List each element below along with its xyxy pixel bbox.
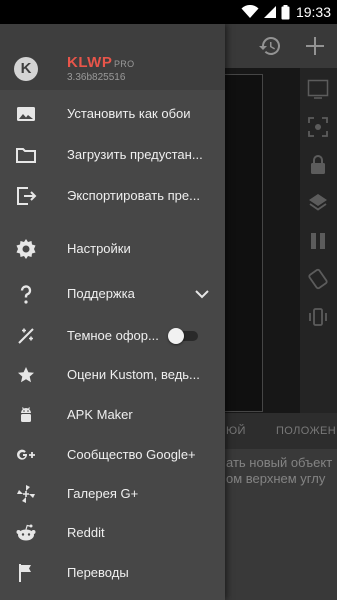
dark-theme-toggle[interactable] — [168, 328, 200, 344]
menu-item-support[interactable]: Поддержка — [0, 274, 225, 314]
star-icon — [14, 363, 38, 387]
menu-item-label: Установить как обои — [67, 106, 191, 121]
menu-item-google-community[interactable]: Сообщество Google+ — [0, 435, 225, 475]
menu-item-apk-maker[interactable]: APK Maker — [0, 395, 225, 435]
menu-item-label: Галерея G+ — [67, 486, 139, 501]
menu-item-label: APK Maker — [67, 407, 133, 422]
menu-item-rate[interactable]: Оцени Kustom, ведь... — [0, 355, 225, 395]
menu-item-label: Загрузить предустан... — [67, 147, 203, 162]
battery-icon — [281, 4, 290, 20]
menu-item-label: Оцени Kustom, ведь... — [67, 367, 200, 382]
menu-item-label: Reddit — [67, 525, 105, 540]
menu-item-export-preset[interactable]: Экспортировать пре... — [0, 176, 225, 216]
app-name: KLWP — [67, 54, 113, 71]
status-time: 19:33 — [295, 4, 331, 20]
export-icon — [14, 184, 38, 208]
android-icon — [14, 403, 38, 427]
menu-item-gallery[interactable]: Галерея G+ — [0, 474, 225, 514]
flag-icon — [14, 561, 38, 585]
menu-item-label: Настройки — [67, 241, 131, 256]
reddit-icon — [14, 521, 38, 545]
folder-icon — [14, 143, 38, 167]
google-plus-icon — [14, 443, 38, 467]
menu-item-set-wallpaper[interactable]: Установить как обои — [0, 94, 225, 134]
app-logo: K — [14, 57, 38, 81]
status-bar: 19:33 — [0, 0, 337, 24]
cell-signal-icon — [263, 5, 277, 19]
toggle-thumb — [168, 328, 184, 344]
navigation-drawer: K KLWP PRO 3.36b825516 Установить как об… — [0, 24, 225, 600]
menu-item-label: Темное офор... — [67, 328, 159, 343]
menu-item-settings[interactable]: Настройки — [0, 229, 225, 269]
gallery-icon — [14, 482, 38, 506]
dark-mode-icon — [14, 324, 38, 348]
chevron-down-icon[interactable] — [192, 284, 212, 304]
help-icon — [14, 282, 38, 306]
menu-item-dark-theme[interactable]: Темное офор... — [0, 316, 225, 356]
wifi-icon — [241, 5, 259, 19]
menu-item-label: Переводы — [67, 565, 129, 580]
menu-item-translations[interactable]: Переводы — [0, 553, 225, 593]
app-tier: PRO — [114, 59, 135, 69]
menu-item-reddit[interactable]: Reddit — [0, 513, 225, 553]
gear-icon — [14, 237, 38, 261]
image-icon — [14, 102, 38, 126]
menu-item-label: Сообщество Google+ — [67, 447, 196, 462]
menu-item-load-preset[interactable]: Загрузить предустан... — [0, 135, 225, 175]
app-version: 3.36b825516 — [67, 72, 126, 83]
menu-item-label: Экспортировать пре... — [67, 188, 200, 203]
logo-letter: K — [20, 60, 32, 77]
menu-item-label: Поддержка — [67, 286, 135, 301]
drawer-header: K KLWP PRO 3.36b825516 — [0, 24, 225, 90]
